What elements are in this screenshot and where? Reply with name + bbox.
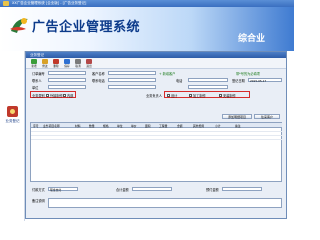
design-label: 设计 xyxy=(171,94,178,98)
date-input[interactable]: 2015-05-17 xyxy=(248,78,282,83)
company-logo-icon xyxy=(10,18,28,33)
save-button-label: 保存 xyxy=(64,65,70,68)
exit-button-label: 退出 xyxy=(86,65,92,68)
deposit-label: 预付金额 xyxy=(206,188,219,192)
business-type-label: 业务类别 xyxy=(32,94,45,98)
date-value: 2015-05-17 xyxy=(250,79,267,83)
total-input[interactable] xyxy=(132,187,172,191)
biz-manager-label: 业务负责人 xyxy=(146,94,162,98)
install-checkbox[interactable] xyxy=(219,93,222,97)
order-no-input[interactable] xyxy=(48,71,86,75)
company-input[interactable] xyxy=(48,85,86,89)
remark-input[interactable] xyxy=(48,198,282,208)
customer-input[interactable] xyxy=(108,71,156,75)
edit-button-label: 修改 xyxy=(42,65,48,68)
phone-label: 联系电话 xyxy=(92,79,105,83)
total-label: 合计金额 xyxy=(116,188,129,192)
save-button[interactable]: 保存 xyxy=(63,59,71,68)
window-title: 业务登记 xyxy=(30,52,44,57)
banner: 广告企业管理系统 综合业 xyxy=(0,7,294,51)
new-button[interactable]: 新增 xyxy=(30,59,38,68)
left-nav: 业务登记 xyxy=(0,51,25,221)
app-titlebar: XX广告企业管理系统 [企业版] - [广告业务登记] xyxy=(0,0,294,7)
contact-label: 联系人 xyxy=(32,79,42,83)
order-no-label: 订单编号 xyxy=(32,72,45,76)
add-detail-button[interactable]: 添加明细项目 xyxy=(222,114,252,119)
delete-button-label: 删除 xyxy=(53,65,59,68)
app-icon xyxy=(3,1,9,6)
phone-input[interactable] xyxy=(108,78,156,82)
process-group: 设计 加工制作 安装制作 xyxy=(164,91,250,98)
date-label: 登记日期 xyxy=(232,79,245,83)
business-register-window: 业务登记 新增 修改 删除 保存 取消 退出 订单编号 客户名称 + 新增客户 … xyxy=(25,51,287,219)
tel-extra-input[interactable] xyxy=(188,85,228,89)
add-customer-link[interactable]: + 新增客户 xyxy=(159,71,175,76)
table-row[interactable] xyxy=(31,135,282,140)
tel-label: 电话 xyxy=(176,79,183,83)
business-register-icon[interactable] xyxy=(7,106,18,117)
required-hint: 带*号的为必填项 xyxy=(236,72,260,76)
cancel-button-label: 取消 xyxy=(75,65,81,68)
processing-label: 加工制作 xyxy=(193,94,206,98)
pay-method-label: 付款方式 xyxy=(32,188,45,192)
edit-button[interactable]: 修改 xyxy=(41,59,49,68)
pay-method-value: 现金支付 xyxy=(50,188,62,192)
pay-method-select[interactable]: 现金支付 xyxy=(48,187,78,192)
banner-title: 广告企业管理系统 xyxy=(32,20,141,35)
company-label: 单位 xyxy=(32,86,39,90)
delete-button[interactable]: 删除 xyxy=(52,59,60,68)
install-label: 安装制作 xyxy=(223,94,236,98)
type-external-checkbox[interactable] xyxy=(46,93,49,97)
type-internal-checkbox[interactable] xyxy=(63,93,66,97)
company-extra-input[interactable] xyxy=(108,85,156,89)
app-title: XX广告企业管理系统 [企业版] - [广告业务登记] xyxy=(12,1,87,5)
customer-label: 客户名称 xyxy=(92,72,105,76)
exit-button[interactable]: 退出 xyxy=(85,59,93,68)
detail-grid: 序号 业务项目名称 材料 数量 规格 单位 单价 面积 工程量 金额 其他费用 … xyxy=(30,122,282,182)
customer-detail-button[interactable]: 往来客户 xyxy=(254,114,280,119)
toolbar: 新增 修改 删除 保存 取消 退出 xyxy=(26,58,286,69)
nav-item-business-register[interactable]: 业务登记 xyxy=(2,119,23,124)
remark-label: 备注说明 xyxy=(32,199,45,203)
processing-checkbox[interactable] xyxy=(189,93,192,97)
design-checkbox[interactable] xyxy=(167,93,170,97)
business-type-group: 业务类别 外接制作 内部 xyxy=(30,91,76,98)
banner-right-text: 综合业 xyxy=(238,34,266,44)
type-internal-label: 内部 xyxy=(67,94,74,98)
contact-input[interactable] xyxy=(48,78,86,82)
type-external-label: 外接制作 xyxy=(50,94,63,98)
deposit-input[interactable] xyxy=(222,187,262,191)
tel-input[interactable] xyxy=(188,78,228,82)
cancel-button[interactable]: 取消 xyxy=(74,59,82,68)
new-button-label: 新增 xyxy=(31,65,37,68)
